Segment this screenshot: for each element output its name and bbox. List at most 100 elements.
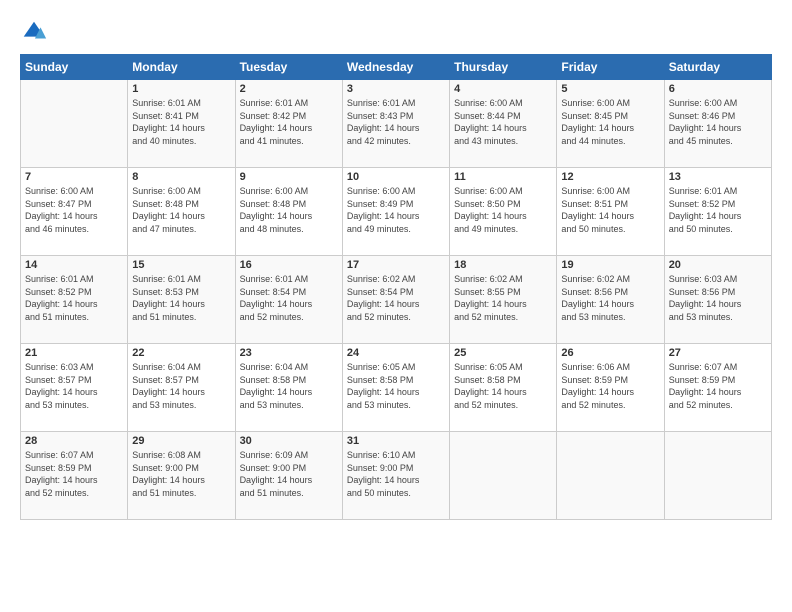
day-number: 21: [25, 347, 123, 359]
day-info: Sunrise: 6:01 AM Sunset: 8:52 PM Dayligh…: [669, 185, 767, 235]
calendar-cell: 2 Sunrise: 6:01 AM Sunset: 8:42 PM Daylig…: [235, 80, 342, 168]
calendar-cell: 23 Sunrise: 6:04 AM Sunset: 8:58 PM Dayli…: [235, 344, 342, 432]
calendar-week-row: 28 Sunrise: 6:07 AM Sunset: 8:59 PM Dayli…: [21, 432, 772, 520]
day-info: Sunrise: 6:02 AM Sunset: 8:55 PM Dayligh…: [454, 273, 552, 323]
page: SundayMondayTuesdayWednesdayThursdayFrid…: [0, 0, 792, 612]
day-of-week-header: Sunday: [21, 55, 128, 80]
day-number: 11: [454, 171, 552, 183]
day-info: Sunrise: 6:00 AM Sunset: 8:49 PM Dayligh…: [347, 185, 445, 235]
day-number: 4: [454, 83, 552, 95]
logo: [20, 18, 52, 46]
day-info: Sunrise: 6:03 AM Sunset: 8:56 PM Dayligh…: [669, 273, 767, 323]
header-row: SundayMondayTuesdayWednesdayThursdayFrid…: [21, 55, 772, 80]
calendar-cell: 4 Sunrise: 6:00 AM Sunset: 8:44 PM Daylig…: [450, 80, 557, 168]
calendar-cell: 15 Sunrise: 6:01 AM Sunset: 8:53 PM Dayli…: [128, 256, 235, 344]
calendar-cell: 26 Sunrise: 6:06 AM Sunset: 8:59 PM Dayli…: [557, 344, 664, 432]
calendar-header: SundayMondayTuesdayWednesdayThursdayFrid…: [21, 55, 772, 80]
calendar-cell: 25Sunrise: 6:05 AM Sunset: 8:58 PM Dayli…: [450, 344, 557, 432]
calendar-cell: 18 Sunrise: 6:02 AM Sunset: 8:55 PM Dayli…: [450, 256, 557, 344]
day-number: 16: [240, 259, 338, 271]
day-info: Sunrise: 6:04 AM Sunset: 8:58 PM Dayligh…: [240, 361, 338, 411]
day-number: 10: [347, 171, 445, 183]
calendar-cell: 22 Sunrise: 6:04 AM Sunset: 8:57 PM Dayli…: [128, 344, 235, 432]
calendar-cell: [664, 432, 771, 520]
day-info: Sunrise: 6:01 AM Sunset: 8:52 PM Dayligh…: [25, 273, 123, 323]
day-info: Sunrise: 6:00 AM Sunset: 8:48 PM Dayligh…: [240, 185, 338, 235]
calendar-cell: 28 Sunrise: 6:07 AM Sunset: 8:59 PM Dayli…: [21, 432, 128, 520]
day-number: 30: [240, 435, 338, 447]
day-info: Sunrise: 6:01 AM Sunset: 8:54 PM Dayligh…: [240, 273, 338, 323]
calendar-cell: [21, 80, 128, 168]
day-of-week-header: Wednesday: [342, 55, 449, 80]
calendar-cell: 24Sunrise: 6:05 AM Sunset: 8:58 PM Dayli…: [342, 344, 449, 432]
day-info: Sunrise: 6:07 AM Sunset: 8:59 PM Dayligh…: [669, 361, 767, 411]
day-of-week-header: Monday: [128, 55, 235, 80]
day-info: Sunrise: 6:02 AM Sunset: 8:56 PM Dayligh…: [561, 273, 659, 323]
calendar-cell: 19 Sunrise: 6:02 AM Sunset: 8:56 PM Dayli…: [557, 256, 664, 344]
calendar-cell: 11Sunrise: 6:00 AM Sunset: 8:50 PM Dayli…: [450, 168, 557, 256]
day-number: 1: [132, 83, 230, 95]
day-number: 3: [347, 83, 445, 95]
calendar-cell: 7Sunrise: 6:00 AM Sunset: 8:47 PM Daylig…: [21, 168, 128, 256]
day-info: Sunrise: 6:00 AM Sunset: 8:51 PM Dayligh…: [561, 185, 659, 235]
calendar-cell: 27 Sunrise: 6:07 AM Sunset: 8:59 PM Dayli…: [664, 344, 771, 432]
calendar-cell: 1 Sunrise: 6:01 AM Sunset: 8:41 PM Daylig…: [128, 80, 235, 168]
day-info: Sunrise: 6:01 AM Sunset: 8:53 PM Dayligh…: [132, 273, 230, 323]
header: [20, 18, 772, 46]
day-number: 25: [454, 347, 552, 359]
day-number: 18: [454, 259, 552, 271]
calendar-cell: 14 Sunrise: 6:01 AM Sunset: 8:52 PM Dayli…: [21, 256, 128, 344]
calendar-cell: [450, 432, 557, 520]
calendar-table: SundayMondayTuesdayWednesdayThursdayFrid…: [20, 54, 772, 520]
calendar-cell: 29 Sunrise: 6:08 AM Sunset: 9:00 PM Dayli…: [128, 432, 235, 520]
calendar-cell: 30Sunrise: 6:09 AM Sunset: 9:00 PM Dayli…: [235, 432, 342, 520]
day-info: Sunrise: 6:01 AM Sunset: 8:42 PM Dayligh…: [240, 97, 338, 147]
day-number: 23: [240, 347, 338, 359]
day-info: Sunrise: 6:08 AM Sunset: 9:00 PM Dayligh…: [132, 449, 230, 499]
day-number: 26: [561, 347, 659, 359]
calendar-cell: 9 Sunrise: 6:00 AM Sunset: 8:48 PM Daylig…: [235, 168, 342, 256]
calendar-body: 1 Sunrise: 6:01 AM Sunset: 8:41 PM Daylig…: [21, 80, 772, 520]
day-info: Sunrise: 6:10 AM Sunset: 9:00 PM Dayligh…: [347, 449, 445, 499]
day-number: 20: [669, 259, 767, 271]
calendar-cell: 21Sunrise: 6:03 AM Sunset: 8:57 PM Dayli…: [21, 344, 128, 432]
day-info: Sunrise: 6:00 AM Sunset: 8:46 PM Dayligh…: [669, 97, 767, 147]
day-number: 29: [132, 435, 230, 447]
day-number: 8: [132, 171, 230, 183]
day-number: 17: [347, 259, 445, 271]
calendar-cell: 10 Sunrise: 6:00 AM Sunset: 8:49 PM Dayli…: [342, 168, 449, 256]
day-number: 22: [132, 347, 230, 359]
day-info: Sunrise: 6:00 AM Sunset: 8:44 PM Dayligh…: [454, 97, 552, 147]
calendar-week-row: 7Sunrise: 6:00 AM Sunset: 8:47 PM Daylig…: [21, 168, 772, 256]
day-number: 12: [561, 171, 659, 183]
day-info: Sunrise: 6:00 AM Sunset: 8:45 PM Dayligh…: [561, 97, 659, 147]
day-of-week-header: Friday: [557, 55, 664, 80]
calendar-cell: 3Sunrise: 6:01 AM Sunset: 8:43 PM Daylig…: [342, 80, 449, 168]
day-number: 5: [561, 83, 659, 95]
day-number: 15: [132, 259, 230, 271]
day-number: 13: [669, 171, 767, 183]
day-number: 27: [669, 347, 767, 359]
calendar-cell: 16 Sunrise: 6:01 AM Sunset: 8:54 PM Dayli…: [235, 256, 342, 344]
day-number: 2: [240, 83, 338, 95]
day-number: 24: [347, 347, 445, 359]
day-number: 19: [561, 259, 659, 271]
calendar-week-row: 21Sunrise: 6:03 AM Sunset: 8:57 PM Dayli…: [21, 344, 772, 432]
day-info: Sunrise: 6:04 AM Sunset: 8:57 PM Dayligh…: [132, 361, 230, 411]
calendar-cell: 17 Sunrise: 6:02 AM Sunset: 8:54 PM Dayli…: [342, 256, 449, 344]
day-number: 28: [25, 435, 123, 447]
calendar-cell: 13 Sunrise: 6:01 AM Sunset: 8:52 PM Dayli…: [664, 168, 771, 256]
calendar-week-row: 14 Sunrise: 6:01 AM Sunset: 8:52 PM Dayli…: [21, 256, 772, 344]
calendar-cell: 12 Sunrise: 6:00 AM Sunset: 8:51 PM Dayli…: [557, 168, 664, 256]
day-info: Sunrise: 6:01 AM Sunset: 8:41 PM Dayligh…: [132, 97, 230, 147]
calendar-cell: [557, 432, 664, 520]
calendar-cell: 5 Sunrise: 6:00 AM Sunset: 8:45 PM Daylig…: [557, 80, 664, 168]
day-info: Sunrise: 6:07 AM Sunset: 8:59 PM Dayligh…: [25, 449, 123, 499]
day-number: 14: [25, 259, 123, 271]
day-number: 9: [240, 171, 338, 183]
day-info: Sunrise: 6:02 AM Sunset: 8:54 PM Dayligh…: [347, 273, 445, 323]
day-number: 7: [25, 171, 123, 183]
day-of-week-header: Tuesday: [235, 55, 342, 80]
calendar-cell: 6Sunrise: 6:00 AM Sunset: 8:46 PM Daylig…: [664, 80, 771, 168]
day-info: Sunrise: 6:06 AM Sunset: 8:59 PM Dayligh…: [561, 361, 659, 411]
